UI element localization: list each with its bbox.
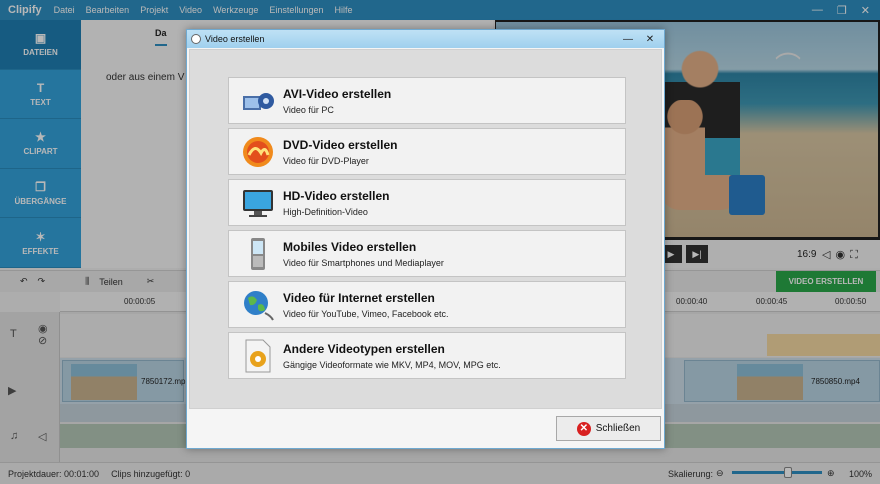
avi-video-option[interactable]: AVI-Video erstellen Video für PC — [228, 77, 626, 124]
dialog-window-buttons: — ✕ — [618, 32, 660, 46]
create-video-dialog: Video erstellen — ✕ AVI-Video erstellen … — [186, 29, 665, 449]
option-title: AVI-Video erstellen — [283, 86, 392, 101]
option-subtitle: Video für DVD-Player — [283, 155, 369, 166]
dvd-disc-icon — [241, 135, 275, 169]
close-button-label: Schließen — [595, 423, 641, 434]
option-title: DVD-Video erstellen — [283, 137, 398, 152]
dvd-video-option[interactable]: DVD-Video erstellen Video für DVD-Player — [228, 128, 626, 175]
option-subtitle: Video für Smartphones und Mediaplayer — [283, 257, 444, 268]
hd-video-option[interactable]: HD-Video erstellen High-Definition-Video — [228, 179, 626, 226]
video-file-icon — [241, 339, 275, 373]
other-video-types-option[interactable]: Andere Videotypen erstellen Gängige Vide… — [228, 332, 626, 379]
option-title: Mobiles Video erstellen — [283, 239, 417, 254]
dialog-close-icon[interactable]: ✕ — [640, 32, 660, 46]
option-title: Video für Internet erstellen — [283, 290, 435, 305]
film-reel-icon — [241, 84, 275, 118]
dialog-app-icon — [191, 34, 201, 44]
internet-video-option[interactable]: Video für Internet erstellen Video für Y… — [228, 281, 626, 328]
dialog-titlebar: Video erstellen — ✕ — [187, 30, 664, 48]
option-title: HD-Video erstellen — [283, 188, 390, 203]
option-subtitle: Video für YouTube, Vimeo, Facebook etc. — [283, 308, 449, 319]
option-title: Andere Videotypen erstellen — [283, 341, 445, 356]
option-subtitle: Gängige Videoformate wie MKV, MP4, MOV, … — [283, 359, 501, 370]
dialog-minimize-icon[interactable]: — — [618, 32, 638, 46]
close-dialog-button[interactable]: ✕ Schließen — [556, 416, 661, 441]
globe-icon — [241, 288, 275, 322]
close-icon: ✕ — [576, 421, 591, 436]
dialog-body: AVI-Video erstellen Video für PC DVD-Vid… — [189, 49, 662, 409]
dialog-title: Video erstellen — [205, 34, 265, 44]
monitor-icon — [241, 186, 275, 220]
option-subtitle: High-Definition-Video — [283, 206, 368, 217]
mobile-video-option[interactable]: Mobiles Video erstellen Video für Smartp… — [228, 230, 626, 277]
mobile-phone-icon — [241, 237, 275, 271]
option-subtitle: Video für PC — [283, 104, 334, 115]
